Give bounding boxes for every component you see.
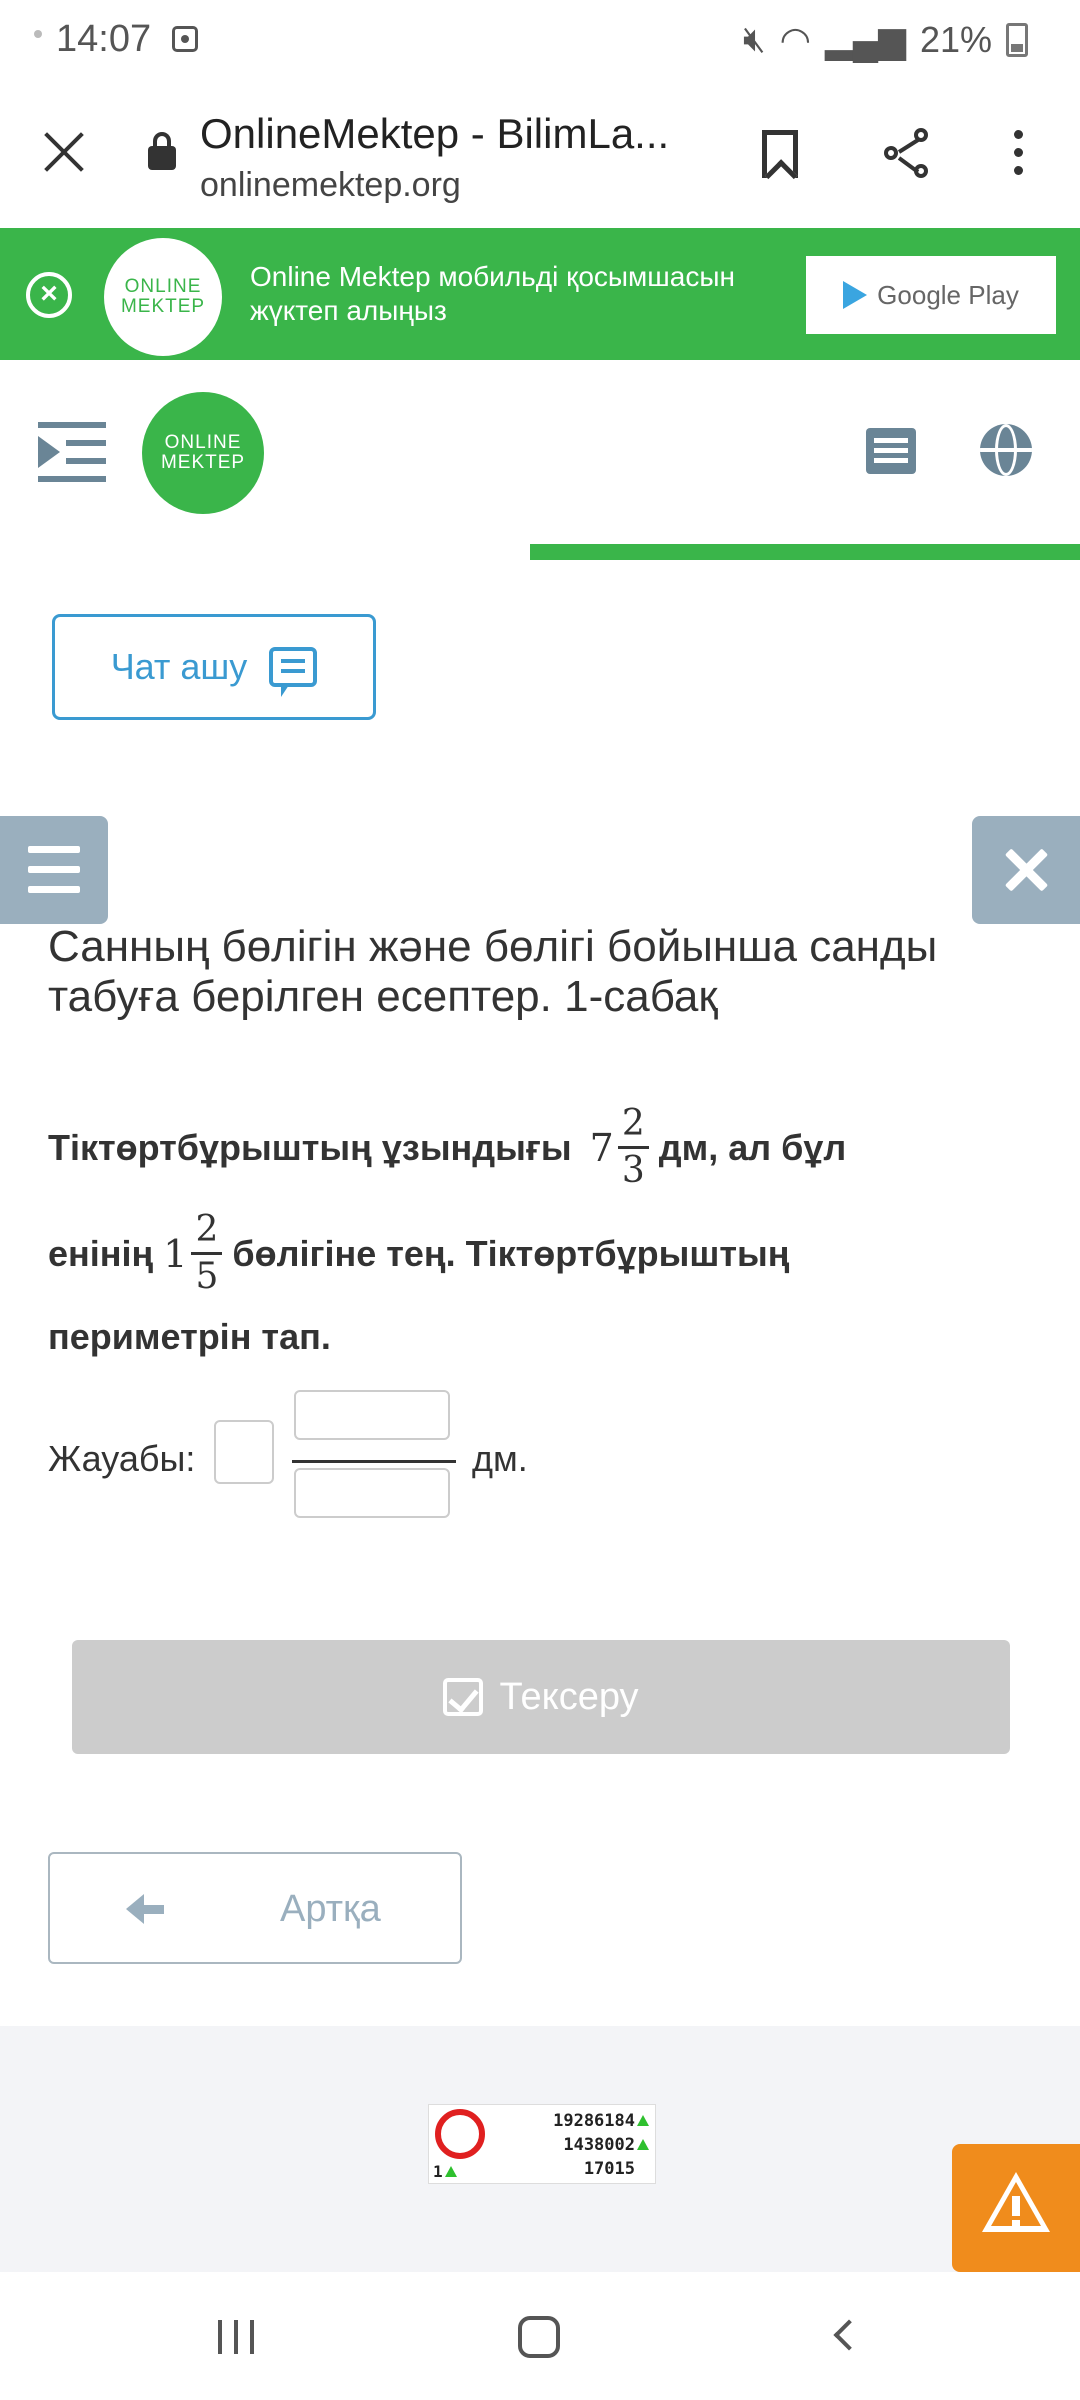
status-time: 14:07 bbox=[56, 18, 152, 60]
notification-dot bbox=[34, 30, 42, 38]
lesson-title: Санның бөлігін және бөлігі бойынша санды… bbox=[48, 922, 938, 1021]
home-icon[interactable] bbox=[518, 2316, 560, 2358]
answer-denominator-input[interactable] bbox=[294, 1468, 450, 1518]
fraction-bar bbox=[292, 1460, 456, 1463]
back-nav-icon[interactable] bbox=[830, 2320, 854, 2354]
system-nav-bar bbox=[0, 2272, 1080, 2400]
google-play-label: Google Play bbox=[877, 279, 1019, 310]
page-title[interactable]: OnlineMektep - BilimLa... bbox=[200, 110, 669, 158]
promo-logo: ONLINE MEKTEP bbox=[104, 238, 222, 356]
page-url[interactable]: onlinemektep.org bbox=[200, 166, 461, 205]
google-play-icon bbox=[843, 281, 868, 309]
answer-row: Жауабы: дм. bbox=[48, 1386, 748, 1526]
globe-icon[interactable] bbox=[980, 424, 1032, 476]
check-button[interactable]: Тексеру bbox=[72, 1640, 1010, 1754]
promo-text: Online Mektep мобильді қосымшасын жүктеп… bbox=[250, 261, 735, 326]
bookmark-icon[interactable] bbox=[762, 130, 798, 178]
lesson-menu-button[interactable] bbox=[0, 816, 108, 924]
counter-values: 19286184 1438002 17015 bbox=[553, 2109, 649, 2181]
status-bar: 14:07 🔇︎ ◠ ▂▄▆ 21% bbox=[0, 0, 1080, 78]
list-icon[interactable] bbox=[866, 428, 916, 474]
site-header: ONLINE MEKTEP bbox=[0, 360, 1080, 560]
counter-rank: 1 bbox=[433, 2162, 457, 2181]
counter-ring-icon bbox=[435, 2109, 485, 2159]
share-icon[interactable] bbox=[884, 128, 936, 184]
task-line-3: периметрін тап. bbox=[48, 1316, 331, 1357]
google-play-button[interactable]: Google Play bbox=[806, 256, 1056, 334]
task-line-2: енінің 1 2 5 бөлігіне тең. Тіктөртбұрышт… bbox=[48, 1208, 790, 1299]
browser-toolbar: OnlineMektep - BilimLa... onlinemektep.o… bbox=[0, 78, 1080, 228]
answer-numerator-input[interactable] bbox=[294, 1390, 450, 1440]
task-line-1: Тіктөртбұрыштың ұзындығы 7 2 3 дм, ал бұ… bbox=[48, 1102, 847, 1193]
battery-percent: 21% bbox=[919, 18, 992, 60]
lock-icon[interactable] bbox=[148, 132, 176, 170]
visit-counter[interactable]: 1 19286184 1438002 17015 bbox=[428, 2104, 656, 2184]
status-indicators: 🔇︎ ◠ ▂▄▆ 21% bbox=[743, 18, 1028, 61]
answer-label: Жауабы: bbox=[48, 1438, 196, 1479]
app-promo-banner: × ONLINE MEKTEP Online Mektep мобильді қ… bbox=[0, 228, 1080, 360]
arrow-left-icon bbox=[126, 1894, 164, 1924]
check-button-label: Тексеру bbox=[499, 1675, 639, 1718]
close-icon[interactable] bbox=[42, 130, 86, 174]
chat-button-label: Чат ашу bbox=[110, 646, 248, 687]
mute-icon: 🔇︎ bbox=[742, 18, 766, 59]
open-chat-button[interactable]: Чат ашу bbox=[52, 614, 376, 720]
back-button[interactable]: Артқа bbox=[48, 1852, 462, 1964]
recent-apps-icon[interactable] bbox=[218, 2320, 256, 2354]
part-fraction: 1 2 5 bbox=[163, 1208, 223, 1299]
answer-unit: дм. bbox=[472, 1438, 528, 1479]
more-vert-icon[interactable] bbox=[1014, 130, 1026, 182]
signal-icon: ▂▄▆ bbox=[825, 18, 906, 60]
sidebar-toggle-icon[interactable] bbox=[38, 422, 106, 484]
close-banner-icon[interactable]: × bbox=[26, 272, 72, 318]
notification-app-icon bbox=[172, 26, 198, 52]
checkbox-icon bbox=[443, 1678, 484, 1716]
battery-icon bbox=[1006, 22, 1028, 57]
site-logo[interactable]: ONLINE MEKTEP bbox=[142, 392, 264, 514]
answer-whole-input[interactable] bbox=[214, 1420, 274, 1484]
length-fraction: 7 2 3 bbox=[590, 1102, 649, 1193]
close-lesson-button[interactable] bbox=[972, 816, 1080, 924]
wifi-icon: ◠ bbox=[779, 18, 812, 60]
back-button-label: Артқа bbox=[280, 1888, 381, 1930]
lesson-progress-bar bbox=[530, 544, 1080, 560]
share-lines bbox=[897, 138, 920, 174]
report-problem-button[interactable] bbox=[952, 2144, 1080, 2272]
chat-icon bbox=[269, 647, 318, 697]
